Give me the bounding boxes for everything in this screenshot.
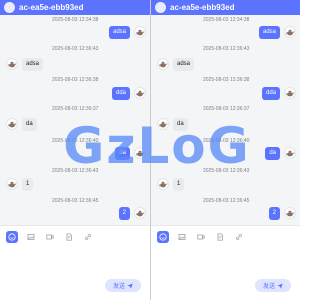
message-composer: 发送 bbox=[0, 225, 150, 300]
message-time: 2025-08-03 12:36:45 bbox=[203, 198, 250, 204]
teapot-avatar-icon bbox=[134, 207, 146, 219]
message-bubble-sent: da bbox=[265, 147, 280, 160]
message-bubble-received: da bbox=[22, 118, 37, 131]
composer-toolbar bbox=[157, 231, 300, 243]
message-time: 2025-08-03 12:36:38 bbox=[203, 77, 250, 83]
video-icon[interactable] bbox=[44, 231, 56, 243]
teapot-avatar-icon bbox=[284, 26, 296, 38]
send-button-label: 发送 bbox=[262, 284, 275, 290]
message-bubble-sent: adsa bbox=[108, 26, 130, 39]
header-avatar[interactable] bbox=[4, 2, 15, 13]
send-button[interactable]: 发送 bbox=[255, 279, 291, 292]
send-icon bbox=[277, 283, 283, 289]
chat-header: ac-ea5e-ebb93ed bbox=[151, 0, 300, 15]
message-time: 2025-08-03 12:36:37 bbox=[52, 106, 99, 112]
message-input[interactable] bbox=[6, 246, 144, 268]
teapot-avatar-icon bbox=[157, 118, 169, 130]
message-time: 2025-08-03 12:34:38 bbox=[203, 17, 250, 23]
teapot-avatar-icon bbox=[134, 26, 146, 38]
message-time: 2025-08-03 12:36:37 bbox=[203, 106, 250, 112]
send-icon bbox=[127, 283, 133, 289]
message-time: 2025-08-03 12:36:40 bbox=[52, 138, 99, 144]
teapot-avatar-icon bbox=[6, 58, 18, 70]
header-avatar[interactable] bbox=[155, 2, 166, 13]
message-time: 2025-08-03 12:36:43 bbox=[52, 168, 99, 174]
send-button-label: 发送 bbox=[112, 284, 125, 290]
message-bubble-received: 1 bbox=[22, 178, 34, 191]
message-time: 2025-08-03 12:36:43 bbox=[52, 46, 99, 52]
teapot-avatar-icon bbox=[6, 178, 18, 190]
message-bubble-received: adsa bbox=[22, 58, 44, 71]
image-icon[interactable] bbox=[25, 231, 37, 243]
message-composer: 发送 bbox=[151, 225, 300, 300]
message-bubble-sent: 2 bbox=[268, 207, 280, 220]
video-icon[interactable] bbox=[195, 231, 207, 243]
message-input[interactable] bbox=[157, 246, 294, 268]
message-bubble-received: 1 bbox=[173, 178, 185, 191]
message-bubble-sent: dda bbox=[261, 87, 280, 100]
message-bubble-sent: da bbox=[115, 147, 130, 160]
teapot-avatar-icon bbox=[284, 147, 296, 159]
send-button[interactable]: 发送 bbox=[105, 279, 141, 292]
link-icon[interactable] bbox=[233, 231, 245, 243]
chat-pane-left: ac-ea5e-ebb93ed 2025-08-03 12:34:38 adsa… bbox=[0, 0, 150, 300]
image-icon[interactable] bbox=[176, 231, 188, 243]
message-bubble-sent: adsa bbox=[258, 26, 280, 39]
teapot-avatar-icon bbox=[284, 207, 296, 219]
message-bubble-sent: 2 bbox=[118, 207, 130, 220]
teapot-avatar-icon bbox=[134, 87, 146, 99]
teapot-avatar-icon bbox=[6, 118, 18, 130]
file-icon[interactable] bbox=[63, 231, 75, 243]
composer-toolbar bbox=[6, 231, 150, 243]
file-icon[interactable] bbox=[214, 231, 226, 243]
chat-pane-right: ac-ea5e-ebb93ed 2025-08-03 12:34:38 adsa… bbox=[151, 0, 300, 300]
message-bubble-received: adsa bbox=[173, 58, 195, 71]
message-time: 2025-08-03 12:36:40 bbox=[203, 138, 250, 144]
message-time: 2025-08-03 12:34:38 bbox=[52, 17, 99, 23]
teapot-avatar-icon bbox=[157, 58, 169, 70]
teapot-avatar-icon bbox=[134, 147, 146, 159]
link-icon[interactable] bbox=[82, 231, 94, 243]
chat-title: ac-ea5e-ebb93ed bbox=[170, 3, 235, 12]
teapot-avatar-icon bbox=[157, 178, 169, 190]
chat-header: ac-ea5e-ebb93ed bbox=[0, 0, 150, 15]
message-time: 2025-08-03 12:36:43 bbox=[203, 46, 250, 52]
message-bubble-sent: dda bbox=[111, 87, 130, 100]
teapot-avatar-icon bbox=[284, 87, 296, 99]
emoji-icon[interactable] bbox=[157, 231, 169, 243]
emoji-icon[interactable] bbox=[6, 231, 18, 243]
message-time: 2025-08-03 12:36:45 bbox=[52, 198, 99, 204]
message-bubble-received: da bbox=[173, 118, 188, 131]
message-time: 2025-08-03 12:36:38 bbox=[52, 77, 99, 83]
message-time: 2025-08-03 12:36:43 bbox=[203, 168, 250, 174]
chat-title: ac-ea5e-ebb93ed bbox=[19, 3, 84, 12]
